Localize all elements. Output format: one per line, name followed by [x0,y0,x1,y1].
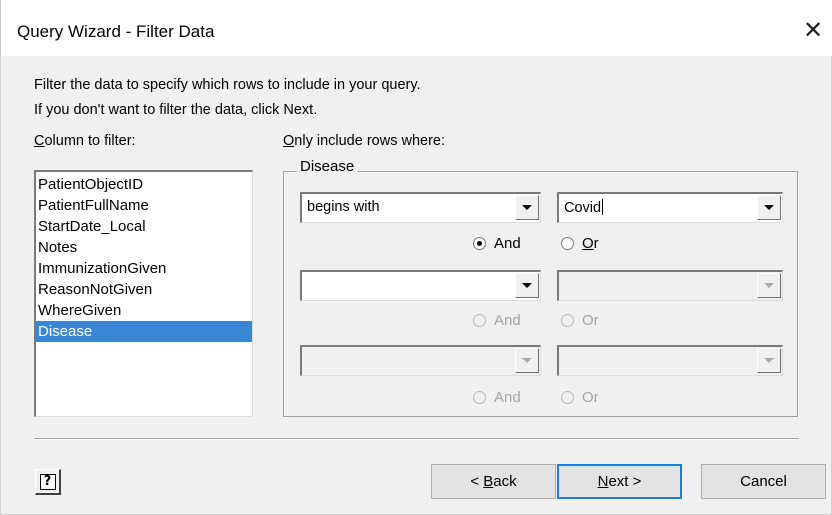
operator-dropdown-2[interactable] [300,270,541,301]
operator-dropdown-1[interactable]: begins with [300,192,541,223]
access-key: O [582,235,594,252]
list-item[interactable]: PatientObjectID [36,174,252,195]
radio-unselected-icon [561,237,574,250]
radio-selected-icon [473,237,486,250]
radio-unselected-icon [473,391,486,404]
value-text: Covid [564,199,604,216]
radio-label: r [593,235,599,252]
radio-label: And [494,235,521,252]
column-to-filter-label: Column to filter: [34,133,136,149]
or-radio-2: Or [561,312,599,329]
value-combobox-3 [557,345,783,376]
next-button[interactable]: Next > [557,464,682,499]
title-bar[interactable]: Query Wizard - Filter Data ✕ [1,0,832,56]
value-combobox-2 [557,270,783,301]
operator-value: begins with [307,199,380,215]
access-key: N [597,473,609,490]
text-caret [602,199,604,215]
access-key: O [283,133,295,149]
and-radio-2: And [473,312,521,329]
cancel-button[interactable]: Cancel [701,464,826,499]
help-button[interactable]: ? [35,469,61,495]
query-wizard-dialog: Query Wizard - Filter Data ✕ Filter the … [0,0,832,515]
label-text: nly include rows where: [294,133,445,149]
chevron-down-icon[interactable] [757,195,781,220]
help-icon: ? [39,473,56,490]
radio-unselected-icon [561,391,574,404]
chevron-down-icon [515,348,539,373]
window-title: Query Wizard - Filter Data [17,22,215,41]
button-text: ext > [608,473,642,490]
radio-unselected-icon [561,314,574,327]
instruction-line-1: Filter the data to specify which rows to… [34,77,421,93]
radio-label: And [494,389,521,406]
label-text: olumn to filter: [44,133,136,149]
value-text-content: Covid [564,200,602,216]
access-key: C [34,133,45,149]
footer-separator [34,438,799,440]
and-radio-1[interactable]: And [473,235,521,252]
and-radio-3: And [473,389,521,406]
list-item[interactable]: ImmunizationGiven [36,258,252,279]
list-item[interactable]: WhereGiven [36,300,252,321]
chevron-down-icon [757,348,781,373]
group-label: Disease [297,158,358,175]
chevron-down-icon [757,273,781,298]
radio-unselected-icon [473,314,486,327]
button-text: ack [493,473,517,490]
list-item[interactable]: Notes [36,237,252,258]
list-item[interactable]: ReasonNotGiven [36,279,252,300]
list-item-selected[interactable]: Disease [36,321,252,342]
list-item[interactable]: PatientFullName [36,195,252,216]
or-radio-1[interactable]: Or [561,235,599,252]
operator-dropdown-3 [300,345,541,376]
access-key: B [483,473,494,490]
or-radio-3: Or [561,389,599,406]
radio-label: Or [582,389,599,406]
list-item[interactable]: StartDate_Local [36,216,252,237]
chevron-down-icon[interactable] [515,273,539,298]
close-icon[interactable]: ✕ [793,10,832,50]
radio-label: And [494,312,521,329]
value-combobox-1[interactable]: Covid [557,192,783,223]
radio-label: Or [582,312,599,329]
instruction-line-2: If you don't want to filter the data, cl… [34,102,318,118]
criteria-header: Only include rows where: [283,133,445,149]
column-listbox[interactable]: PatientObjectID PatientFullName StartDat… [34,170,253,417]
button-text: < [470,473,484,490]
chevron-down-icon[interactable] [515,195,539,220]
back-button[interactable]: < Back [431,464,556,499]
